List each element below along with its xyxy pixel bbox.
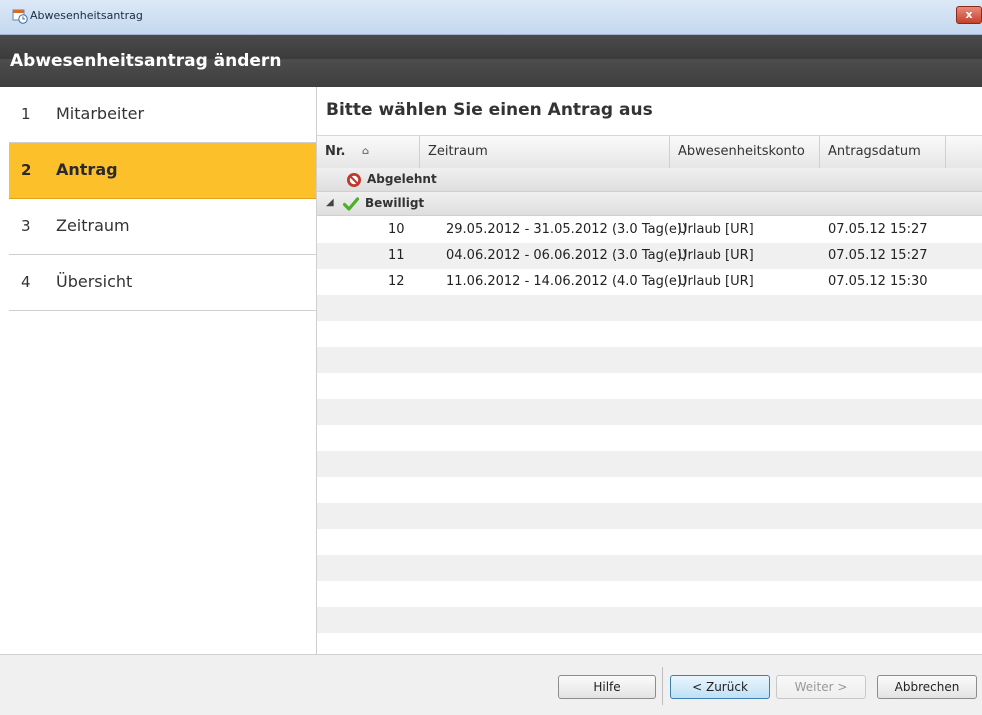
empty-row (317, 321, 982, 347)
empty-row (317, 451, 982, 477)
title-bar: Abwesenheitsantrag x (0, 0, 982, 35)
cell-datum: 07.05.12 15:30 (828, 274, 928, 289)
group-label: Abgelehnt (367, 172, 437, 186)
cell-nr: 11 (388, 248, 405, 263)
section-heading: Bitte wählen Sie einen Antrag aus (326, 100, 653, 120)
back-button[interactable]: < Zurück (670, 675, 770, 699)
wizard-header: Abwesenheitsantrag ändern (0, 35, 982, 87)
table-row[interactable]: 12 11.06.2012 - 14.06.2012 (4.0 Tag(e)) … (317, 269, 982, 295)
empty-row (317, 607, 982, 633)
window-title: Abwesenheitsantrag (30, 9, 143, 22)
column-zeitraum[interactable]: Zeitraum (420, 136, 670, 168)
wizard-steps: 1 Mitarbeiter 2 Antrag 3 Zeitraum 4 Über… (9, 87, 317, 654)
step-number: 4 (21, 273, 31, 291)
collapse-arrow-icon[interactable]: ◢ (326, 197, 334, 208)
next-button[interactable]: Weiter > (776, 675, 866, 699)
grid-header: Nr. ⌂ Zeitraum Abwesenheitskonto Antrags… (317, 135, 982, 169)
step-antrag[interactable]: 2 Antrag (9, 143, 316, 199)
empty-row (317, 581, 982, 607)
sort-ascending-icon: ⌂ (362, 146, 370, 157)
column-nr[interactable]: Nr. ⌂ (317, 136, 420, 168)
main-panel: Bitte wählen Sie einen Antrag aus Nr. ⌂ … (317, 87, 982, 654)
empty-row (317, 633, 982, 654)
cell-zeitraum: 29.05.2012 - 31.05.2012 (3.0 Tag(e)) (446, 222, 688, 237)
close-button[interactable]: x (956, 6, 982, 24)
rejected-icon (347, 173, 361, 187)
empty-row (317, 347, 982, 373)
cell-zeitraum: 04.06.2012 - 06.06.2012 (3.0 Tag(e)) (446, 248, 688, 263)
step-mitarbeiter[interactable]: 1 Mitarbeiter (9, 87, 316, 143)
empty-row (317, 425, 982, 451)
cell-konto: Urlaub [UR] (678, 274, 754, 289)
dialog-window: Abwesenheitsantrag x Abwesenheitsantrag … (0, 0, 982, 715)
button-bar: Hilfe < Zurück Weiter > Abbrechen (0, 654, 982, 715)
step-zeitraum[interactable]: 3 Zeitraum (9, 199, 316, 255)
cell-datum: 07.05.12 15:27 (828, 248, 928, 263)
cell-nr: 12 (388, 274, 405, 289)
step-label: Zeitraum (56, 216, 130, 235)
table-row[interactable]: 10 29.05.2012 - 31.05.2012 (3.0 Tag(e)) … (317, 217, 982, 243)
empty-row (317, 399, 982, 425)
cell-konto: Urlaub [UR] (678, 222, 754, 237)
column-filler (946, 136, 982, 168)
help-button[interactable]: Hilfe (558, 675, 656, 699)
button-separator (662, 667, 663, 705)
column-datum[interactable]: Antragsdatum (820, 136, 946, 168)
step-label: Mitarbeiter (56, 104, 145, 123)
empty-row (317, 555, 982, 581)
calendar-clock-icon (12, 9, 28, 24)
empty-row (317, 295, 982, 321)
cell-datum: 07.05.12 15:27 (828, 222, 928, 237)
cancel-button[interactable]: Abbrechen (877, 675, 977, 699)
empty-row (317, 503, 982, 529)
empty-row (317, 529, 982, 555)
step-number: 1 (21, 105, 31, 123)
cell-nr: 10 (388, 222, 405, 237)
group-row-approved[interactable]: ◢ Bewilligt (317, 192, 982, 216)
step-label: Antrag (56, 160, 118, 179)
page-title: Abwesenheitsantrag ändern (10, 51, 282, 71)
close-icon: x (965, 8, 973, 21)
step-label: Übersicht (56, 272, 133, 291)
empty-row (317, 373, 982, 399)
step-number: 2 (21, 161, 32, 179)
empty-row (317, 477, 982, 503)
column-konto[interactable]: Abwesenheitskonto (670, 136, 820, 168)
cell-konto: Urlaub [UR] (678, 248, 754, 263)
group-row-rejected[interactable]: Abgelehnt (317, 168, 982, 192)
request-grid: Nr. ⌂ Zeitraum Abwesenheitskonto Antrags… (317, 135, 982, 654)
table-row[interactable]: 11 04.06.2012 - 06.06.2012 (3.0 Tag(e)) … (317, 243, 982, 269)
group-label: Bewilligt (365, 196, 425, 210)
cell-zeitraum: 11.06.2012 - 14.06.2012 (4.0 Tag(e)) (446, 274, 688, 289)
step-number: 3 (21, 217, 31, 235)
step-uebersicht[interactable]: 4 Übersicht (9, 255, 316, 311)
checkmark-icon (343, 197, 359, 211)
